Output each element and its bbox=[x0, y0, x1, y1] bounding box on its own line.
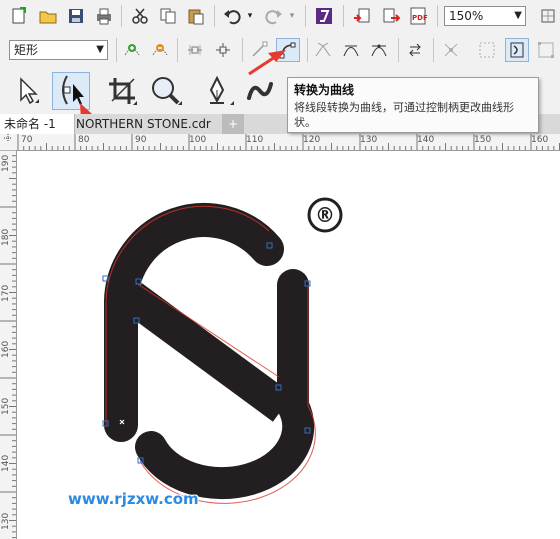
tooltip-description: 将线段转换为曲线，可通过控制柄更改曲线形状。 bbox=[294, 101, 514, 129]
ruler-label: 160 bbox=[1, 340, 11, 358]
tooltip-title: 转换为曲线 bbox=[294, 83, 355, 97]
ruler-origin[interactable] bbox=[0, 134, 17, 151]
ruler-label: 100 bbox=[189, 135, 207, 145]
ruler-label: 170 bbox=[1, 284, 11, 302]
tab-untitled[interactable]: 未命名 -1 bbox=[0, 114, 75, 134]
drawing-canvas[interactable]: ® bbox=[17, 151, 560, 539]
ruler-label: 140 bbox=[417, 135, 435, 145]
ruler-label: 190 bbox=[1, 154, 11, 172]
logo-artwork[interactable]: ® bbox=[17, 151, 560, 539]
ruler-label: 150 bbox=[474, 135, 492, 145]
watermark-text: www.rjzxw.com bbox=[68, 490, 199, 508]
ruler-label: 140 bbox=[1, 454, 11, 472]
convert-to-curve-tooltip: 转换为曲线 将线段转换为曲线，可通过控制柄更改曲线形状。 bbox=[287, 77, 539, 133]
ruler-label: 150 bbox=[1, 397, 11, 415]
vertical-ruler[interactable]: 190 180 170 160 150 140 130 bbox=[0, 150, 17, 539]
ruler-label: 70 bbox=[21, 135, 33, 145]
ruler-label: 90 bbox=[135, 135, 147, 145]
tab-northern-stone[interactable]: NORTHERN STONE.cdr bbox=[72, 114, 230, 134]
logo-diagonal[interactable] bbox=[121, 283, 294, 422]
ruler-label: 120 bbox=[303, 135, 321, 145]
horizontal-ruler[interactable]: 70 80 90 100 110 120 130 140 150 160 bbox=[16, 134, 560, 151]
registered-mark: ® bbox=[315, 203, 335, 227]
ruler-label: 180 bbox=[1, 228, 11, 246]
ruler-label: 130 bbox=[1, 512, 11, 530]
new-tab-button[interactable]: + bbox=[222, 114, 244, 134]
ruler-label: 130 bbox=[360, 135, 378, 145]
ruler-label: 160 bbox=[531, 135, 549, 145]
ruler-label: 110 bbox=[246, 135, 264, 145]
ruler-label: 80 bbox=[78, 135, 90, 145]
